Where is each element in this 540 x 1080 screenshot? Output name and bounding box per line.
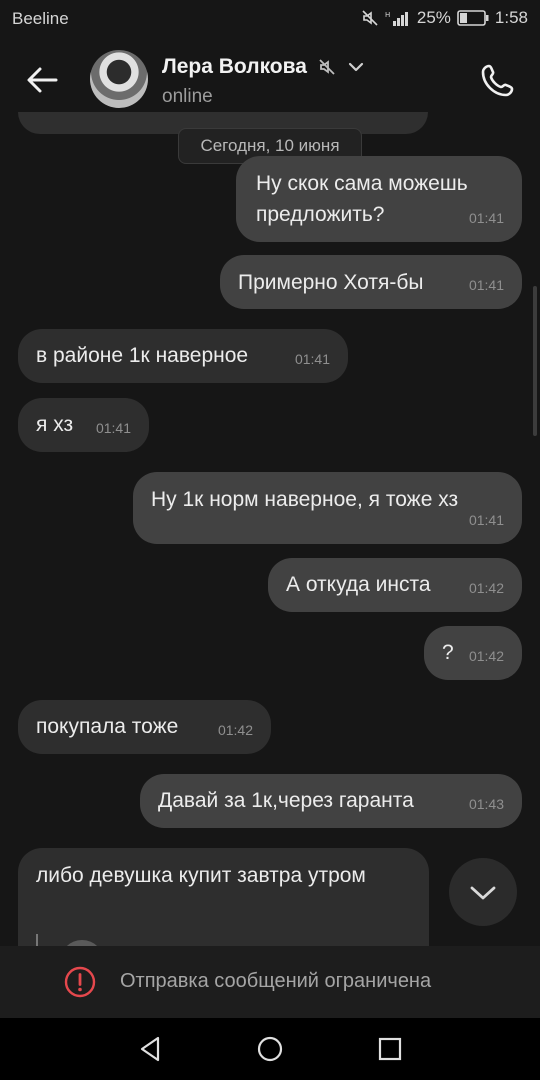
message-text: я хз xyxy=(36,413,74,436)
message-bubble[interactable]: Давай за 1к,через гаранта 01:43 xyxy=(140,774,522,828)
message-bubble[interactable]: А откуда инста 01:42 xyxy=(268,558,522,612)
status-icons: H 25% 1:58 xyxy=(361,8,528,28)
message-text: Примерно Хотя-бы xyxy=(238,271,424,294)
message-time: 01:41 xyxy=(468,512,504,528)
message-bubble[interactable]: либо девушка купит завтра утром xyxy=(18,848,429,946)
chevron-down-icon[interactable] xyxy=(347,58,365,76)
chat-header: Лера Волкова online xyxy=(0,38,540,122)
alert-icon xyxy=(64,966,96,998)
message-time: 01:42 xyxy=(468,648,504,664)
message-time: 01:43 xyxy=(468,796,504,812)
chat-screen: Beeline H 25% 1:58 Лера Волкова online С… xyxy=(0,0,540,1080)
message-bubble[interactable]: покупала тоже 01:42 xyxy=(18,700,271,754)
contact-avatar[interactable] xyxy=(90,50,148,108)
battery-percent: 25% xyxy=(416,8,451,27)
contact-title[interactable]: Лера Волкова xyxy=(162,55,365,79)
message-text: ? xyxy=(442,641,454,664)
back-arrow-icon[interactable] xyxy=(22,62,62,98)
scrollbar[interactable] xyxy=(533,286,537,436)
nav-recents-icon[interactable] xyxy=(375,1034,405,1064)
message-bubble[interactable]: в районе 1к наверное 01:41 xyxy=(18,329,348,383)
restricted-notice: Отправка сообщений ограничена xyxy=(120,970,432,992)
carrier-label: Beeline xyxy=(12,9,69,28)
nav-back-icon[interactable] xyxy=(136,1034,166,1064)
chevron-down-icon xyxy=(470,886,496,900)
message-text: в районе 1к наверное xyxy=(36,344,249,367)
message-bubble[interactable]: Ну 1к норм наверное, я тоже хз 01:41 xyxy=(133,472,522,544)
message-text: Давай за 1к,через гаранта xyxy=(158,789,414,812)
message-text: Ну скок сама можешь предложить? xyxy=(256,172,468,226)
message-bubble[interactable]: я хз 01:41 xyxy=(18,398,149,452)
message-time: 01:41 xyxy=(294,351,330,367)
message-text: либо девушка купит завтра утром xyxy=(36,864,366,887)
signal-icon: H xyxy=(385,11,408,26)
system-nav-bar xyxy=(0,1018,540,1080)
battery-icon xyxy=(457,10,489,26)
message-text: А откуда инста xyxy=(286,573,431,596)
nav-home-icon[interactable] xyxy=(255,1034,285,1064)
phone-call-icon[interactable] xyxy=(478,60,518,100)
restricted-bar: Отправка сообщений ограничена xyxy=(0,946,540,1018)
message-time: 01:41 xyxy=(468,210,504,226)
muted-icon xyxy=(319,59,335,75)
mute-status-icon xyxy=(362,10,378,26)
message-text: покупала тоже xyxy=(36,715,179,738)
message-list[interactable]: Сегодня, 10 июня Ну скок сама можешь пре… xyxy=(0,112,540,946)
message-bubble[interactable]: Ну скок сама можешь предложить? 01:41 xyxy=(236,156,522,242)
status-bar: Beeline H 25% 1:58 xyxy=(0,0,540,38)
clock: 1:58 xyxy=(494,8,528,27)
quote-bar xyxy=(36,934,38,946)
message-bubble[interactable]: ? 01:42 xyxy=(424,626,522,680)
message-time: 01:41 xyxy=(468,277,504,293)
message-time: 01:42 xyxy=(468,580,504,596)
message-time: 01:42 xyxy=(217,722,253,738)
svg-text:H: H xyxy=(385,11,390,19)
message-time: 01:41 xyxy=(95,420,131,436)
contact-online-status: online xyxy=(162,86,213,107)
contact-name: Лера Волкова xyxy=(162,55,307,78)
message-text: Ну 1к норм наверное, я тоже хз xyxy=(151,488,459,511)
message-bubble[interactable]: Примерно Хотя-бы 01:41 xyxy=(220,255,522,309)
scroll-down-button[interactable] xyxy=(449,858,517,926)
